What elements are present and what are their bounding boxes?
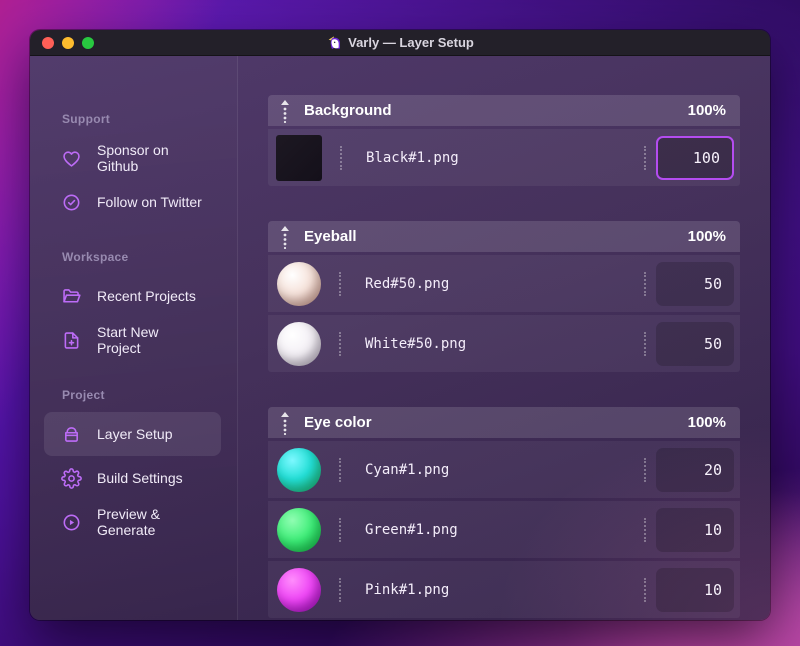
section-label-project: Project xyxy=(62,388,105,402)
sidebar-item-layer-setup[interactable]: Layer Setup xyxy=(44,412,221,456)
unicorn-icon xyxy=(326,35,342,51)
sidebar-item-follow-twitter[interactable]: Follow on Twitter xyxy=(44,180,221,224)
close-button[interactable] xyxy=(42,36,54,49)
layer-setup-panel: Background 100% Black#1.png 100 Eyeball … xyxy=(238,56,770,620)
drag-handle-icon[interactable] xyxy=(280,99,290,123)
sidebar-item-build-settings[interactable]: Build Settings xyxy=(44,456,221,500)
layer-weight-input[interactable] xyxy=(656,447,734,492)
layer-thumbnail xyxy=(277,321,321,366)
layer-row[interactable]: Cyan#1.png xyxy=(268,441,740,498)
traffic-lights xyxy=(42,36,94,49)
drag-handle-icon[interactable] xyxy=(339,457,341,482)
drag-handle-icon[interactable] xyxy=(644,271,646,296)
folder-open-icon xyxy=(60,285,82,307)
group-header[interactable]: Background 100% xyxy=(268,95,740,126)
group-title: Eyeball xyxy=(304,228,357,245)
layer-weight-input[interactable] xyxy=(656,261,734,306)
layer-filename: Cyan#1.png xyxy=(365,461,450,478)
layer-row[interactable]: Green#1.png xyxy=(268,501,740,558)
layer-filename: Red#50.png xyxy=(365,275,450,292)
drag-handle-icon[interactable] xyxy=(280,411,290,435)
drag-handle-icon[interactable] xyxy=(644,457,646,482)
drag-handle-icon[interactable] xyxy=(340,145,342,170)
layer-weight-input[interactable] xyxy=(656,507,734,552)
layer-row[interactable]: Pink#1.png xyxy=(268,561,740,618)
drag-handle-icon[interactable] xyxy=(339,517,341,542)
drag-handle-icon[interactable] xyxy=(339,331,341,356)
gear-icon xyxy=(60,467,82,489)
layer-filename: Pink#1.png xyxy=(365,581,450,598)
drag-handle-icon[interactable] xyxy=(339,271,341,296)
app-window: Varly — Layer Setup Support Sponsor on G… xyxy=(30,30,770,620)
zoom-button[interactable] xyxy=(82,36,94,49)
layer-weight-input[interactable] xyxy=(656,135,734,180)
drag-handle-icon[interactable] xyxy=(644,577,646,602)
group-header[interactable]: Eye color 100% xyxy=(268,407,740,438)
drag-handle-icon[interactable] xyxy=(644,517,646,542)
sidebar-item-preview-generate[interactable]: Preview & Generate xyxy=(44,500,221,544)
window-title: Varly — Layer Setup xyxy=(348,35,474,50)
sidebar-item-label: Start New Project xyxy=(97,324,159,356)
sidebar-item-start-new-project[interactable]: Start New Project xyxy=(44,318,221,362)
layer-filename: Green#1.png xyxy=(365,521,458,538)
drag-handle-icon[interactable] xyxy=(644,145,646,170)
drag-handle-icon[interactable] xyxy=(644,331,646,356)
group-opacity: 100% xyxy=(687,414,726,431)
group-title: Background xyxy=(304,102,392,119)
file-plus-icon xyxy=(60,329,82,351)
layer-weight-input[interactable] xyxy=(656,567,734,612)
sidebar-item-label: Layer Setup xyxy=(97,426,173,442)
drag-handle-icon[interactable] xyxy=(280,225,290,249)
sidebar: Support Sponsor on Github Follow on Twit… xyxy=(30,56,238,620)
layer-thumbnail xyxy=(277,567,321,612)
sidebar-item-label: Preview & Generate xyxy=(97,506,161,538)
sidebar-item-label: Follow on Twitter xyxy=(97,194,202,210)
layer-row[interactable]: White#50.png xyxy=(268,315,740,372)
drag-handle-icon[interactable] xyxy=(339,577,341,602)
layer-filename: White#50.png xyxy=(365,335,467,352)
layer-thumbnail xyxy=(277,261,321,306)
sidebar-item-label: Recent Projects xyxy=(97,288,196,304)
layer-filename: Black#1.png xyxy=(366,149,459,166)
minimize-button[interactable] xyxy=(62,36,74,49)
heart-icon xyxy=(60,147,82,169)
layer-group-eyeball: Eyeball 100% Red#50.png 50 White#50.png … xyxy=(268,221,740,372)
sidebar-item-label: Sponsor on Github xyxy=(97,142,169,174)
badge-check-icon xyxy=(60,191,82,213)
group-opacity: 100% xyxy=(687,102,726,119)
layer-thumbnail xyxy=(277,447,321,492)
group-title: Eye color xyxy=(304,414,372,431)
play-circle-icon xyxy=(60,511,82,533)
group-opacity: 100% xyxy=(687,228,726,245)
layer-thumbnail xyxy=(276,134,322,181)
layer-group-eye-color: Eye color 100% Cyan#1.png 20 Green#1.png… xyxy=(268,407,740,618)
layer-group-background: Background 100% Black#1.png xyxy=(268,95,740,186)
sidebar-item-label: Build Settings xyxy=(97,470,183,486)
titlebar: Varly — Layer Setup xyxy=(30,30,770,56)
section-label-support: Support xyxy=(62,112,111,126)
group-header[interactable]: Eyeball 100% xyxy=(268,221,740,252)
layers-icon xyxy=(60,423,82,445)
sidebar-item-sponsor-github[interactable]: Sponsor on Github xyxy=(44,136,221,180)
layer-weight-input[interactable] xyxy=(656,321,734,366)
layer-thumbnail xyxy=(277,507,321,552)
layer-row[interactable]: Red#50.png xyxy=(268,255,740,312)
layer-row[interactable]: Black#1.png xyxy=(268,129,740,186)
sidebar-item-recent-projects[interactable]: Recent Projects xyxy=(44,274,221,318)
section-label-workspace: Workspace xyxy=(62,250,129,264)
